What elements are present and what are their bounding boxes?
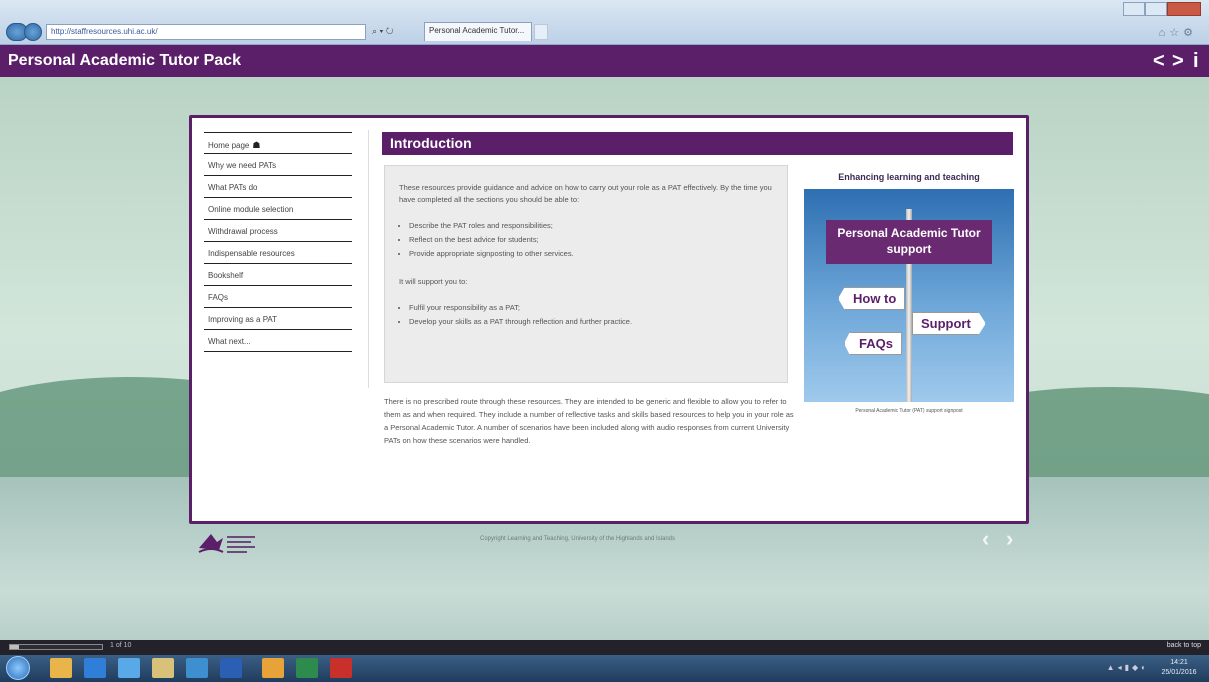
clock-time: 14:21 xyxy=(1170,659,1188,666)
sign-support: Support xyxy=(912,312,986,335)
excel-icon[interactable] xyxy=(296,658,318,678)
content-card: Home page ☗ Why we need PATs What PATs do… xyxy=(189,115,1029,524)
sidebar-item-indispensable-resources[interactable]: Indispensable resources xyxy=(204,242,352,264)
word-icon[interactable] xyxy=(220,658,242,678)
intro-box: These resources provide guidance and adv… xyxy=(384,165,788,383)
support-intro: It will support you to: xyxy=(399,277,468,286)
sidebar-item-home[interactable]: Home page ☗ xyxy=(204,132,352,154)
sidebar-item-withdrawal-process[interactable]: Withdrawal process xyxy=(204,220,352,242)
back-to-top-link[interactable]: back to top xyxy=(1167,642,1201,649)
list-item: Provide appropriate signposting to other… xyxy=(409,248,773,260)
outlook-icon[interactable] xyxy=(84,658,106,678)
system-tray-icons[interactable]: ▲◂▮◆◐ xyxy=(1107,663,1149,672)
window-controls xyxy=(1123,2,1201,16)
page-count: 1 of 10 xyxy=(110,642,132,649)
sidebar-nav: Home page ☗ Why we need PATs What PATs do… xyxy=(204,132,352,352)
taskbar-clock[interactable]: 14:21 25/01/2016 xyxy=(1157,658,1201,678)
footer-next-button[interactable]: › xyxy=(1006,526,1013,552)
maximize-button[interactable] xyxy=(1145,2,1167,16)
folder-icon[interactable] xyxy=(152,658,174,678)
window-title xyxy=(545,4,705,14)
address-bar[interactable]: http://staffresources.uhi.ac.uk/ xyxy=(46,24,366,40)
outcomes-list: Describe the PAT roles and responsibilit… xyxy=(409,220,773,260)
search-icon[interactable]: ⌕ ▾ ↻ xyxy=(372,26,393,37)
supports-list: Fulfil your responsibility as a PAT; Dev… xyxy=(409,302,773,328)
sidebar-item-faqs[interactable]: FAQs xyxy=(204,286,352,308)
app-icon[interactable] xyxy=(186,658,208,678)
aside-title: Enhancing learning and teaching xyxy=(838,172,980,182)
sign-how-to: How to xyxy=(838,287,906,310)
sidebar-item-bookshelf[interactable]: Bookshelf xyxy=(204,264,352,286)
forward-browser-button[interactable] xyxy=(24,23,42,41)
prev-page-button[interactable]: < xyxy=(1153,49,1165,73)
page-title: Introduction xyxy=(382,132,1013,155)
sidebar-item-why-pats[interactable]: Why we need PATs xyxy=(204,154,352,176)
university-logo xyxy=(198,534,255,553)
copyright-text: Copyright Learning and Teaching, Univers… xyxy=(480,536,676,542)
status-bar: 1 of 10 back to top xyxy=(0,640,1209,655)
app-title: Personal Academic Tutor Pack xyxy=(8,52,241,69)
info-button[interactable]: i xyxy=(1193,49,1199,73)
start-button[interactable] xyxy=(6,656,30,680)
sidebar-item-online-module-selection[interactable]: Online module selection xyxy=(204,198,352,220)
list-item: Develop your skills as a PAT through ref… xyxy=(409,316,773,328)
sidebar-item-what-pats-do[interactable]: What PATs do xyxy=(204,176,352,198)
image-caption: Personal Academic Tutor (PAT) support si… xyxy=(855,408,963,414)
browser-tab[interactable]: Personal Academic Tutor... xyxy=(424,22,532,41)
intro-paragraph: These resources provide guidance and adv… xyxy=(399,183,772,204)
progress-fill xyxy=(10,645,20,649)
close-window-button[interactable] xyxy=(1167,2,1201,16)
body-paragraph: There is no prescribed route through the… xyxy=(384,397,794,445)
list-item: Reflect on the best advice for students; xyxy=(409,234,773,246)
minimize-button[interactable] xyxy=(1123,2,1145,16)
home-icon: ☗ xyxy=(252,140,261,150)
footer-prev-button[interactable]: ‹ xyxy=(982,526,989,552)
sidebar-item-what-next[interactable]: What next... xyxy=(204,330,352,352)
pdf-icon[interactable] xyxy=(330,658,352,678)
explorer-icon[interactable] xyxy=(50,658,72,678)
app-header: Personal Academic Tutor Pack < > i xyxy=(0,45,1209,77)
clock-date: 25/01/2016 xyxy=(1161,669,1197,676)
new-tab-button[interactable] xyxy=(534,24,548,40)
sign-faqs: FAQs xyxy=(844,332,902,355)
sidebar-item-improving[interactable]: Improving as a PAT xyxy=(204,308,352,330)
windows-taskbar: ▲◂▮◆◐ 14:21 25/01/2016 xyxy=(0,655,1209,682)
signpost-image: Personal Academic Tutor support How to S… xyxy=(804,189,1014,402)
sidebar-divider xyxy=(368,130,369,388)
sidebar-item-label: Home page xyxy=(208,141,250,150)
chrome-icon[interactable] xyxy=(262,658,284,678)
list-item: Describe the PAT roles and responsibilit… xyxy=(409,220,773,232)
poster-banner: Personal Academic Tutor support xyxy=(826,220,992,264)
next-page-button[interactable]: > xyxy=(1172,49,1184,73)
browser-toolbar-icons[interactable]: ⌂☆⚙ xyxy=(1159,26,1197,39)
internet-explorer-icon[interactable] xyxy=(118,658,140,678)
browser-chrome: http://staffresources.uhi.ac.uk/ ⌕ ▾ ↻ P… xyxy=(0,0,1209,45)
progress-bar xyxy=(9,644,103,650)
list-item: Fulfil your responsibility as a PAT; xyxy=(409,302,773,314)
